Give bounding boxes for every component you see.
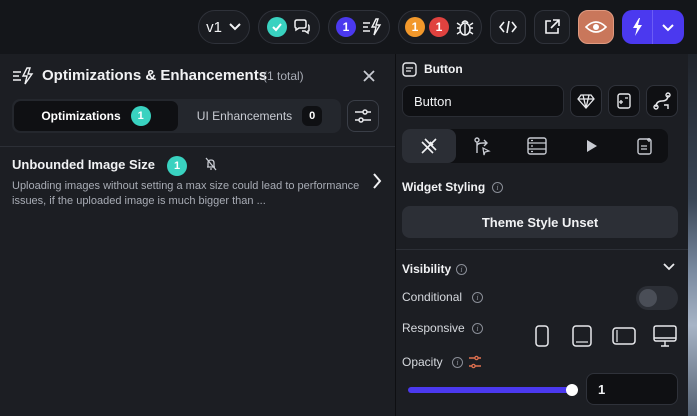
close-icon[interactable]	[362, 69, 376, 83]
tab-properties[interactable]	[402, 129, 456, 163]
responsive-phone-toggle[interactable]	[526, 322, 558, 350]
database-icon	[527, 137, 547, 155]
optimize-icon	[363, 18, 382, 36]
tablet-landscape-icon	[612, 327, 636, 345]
run-button[interactable]	[622, 10, 684, 44]
paint-tools-icon	[421, 138, 437, 154]
divider	[0, 146, 395, 147]
conditional-toggle[interactable]	[636, 286, 678, 310]
opacity-label: Opacity	[402, 355, 443, 369]
background-image-strip	[688, 54, 697, 416]
top-toolbar: v1 1 1 1	[0, 0, 697, 54]
warnings-count-badge: 1	[405, 17, 425, 37]
responsive-desktop-toggle[interactable]	[649, 322, 681, 350]
flow-button[interactable]	[646, 85, 678, 117]
responsive-tablet-toggle[interactable]	[566, 322, 598, 350]
optimize-icon	[13, 67, 34, 85]
opacity-slider-thumb[interactable]	[566, 384, 578, 396]
bell-off-icon[interactable]	[204, 157, 218, 171]
info-icon[interactable]: i	[472, 292, 483, 303]
optimizations-panel: Optimizations & Enhancements (1 total) O…	[0, 54, 395, 416]
phone-icon	[535, 325, 549, 347]
comments-status-button[interactable]	[258, 10, 320, 44]
sliders-icon	[355, 109, 371, 123]
divider	[396, 249, 688, 250]
button-widget-icon	[402, 62, 417, 77]
bug-icon	[456, 20, 474, 36]
tab-optimizations[interactable]: Optimizations 1	[14, 101, 178, 131]
tab-backend-query[interactable]	[510, 129, 564, 163]
widget-type-title: Button	[424, 62, 463, 76]
tab-ui-enhancements[interactable]: UI Enhancements 0	[180, 101, 339, 131]
responsive-tablet-landscape-toggle[interactable]	[608, 322, 640, 350]
optimizations-count-badge: 1	[336, 17, 356, 37]
item-description: Uploading images without setting a max s…	[12, 180, 360, 207]
tab-actions[interactable]	[456, 129, 510, 163]
chevron-right-icon[interactable]	[371, 172, 383, 190]
diamond-icon	[577, 94, 595, 109]
panel-title: Optimizations & Enhancements	[42, 67, 268, 84]
chat-icon	[294, 19, 310, 35]
count-badge: 1	[130, 106, 151, 126]
info-icon[interactable]: i	[472, 323, 483, 334]
version-selector[interactable]: v1	[198, 10, 250, 44]
play-icon	[587, 140, 597, 152]
version-label: v1	[206, 18, 222, 36]
branch-icon	[474, 137, 491, 156]
info-icon[interactable]: i	[492, 182, 503, 193]
info-icon[interactable]: i	[456, 264, 467, 275]
item-count-badge: 1	[167, 156, 187, 176]
sliders-icon[interactable]	[468, 355, 482, 369]
lightning-icon	[633, 18, 642, 36]
filter-settings-button[interactable]	[347, 100, 379, 132]
code-icon	[498, 20, 518, 34]
item-title: Unbounded Image Size	[12, 157, 156, 172]
widget-styling-label: Widget Styling	[402, 180, 486, 194]
conditional-label: Conditional	[402, 290, 463, 304]
external-link-icon	[545, 19, 560, 34]
visibility-label: Visibility	[402, 262, 452, 276]
premium-button[interactable]	[570, 85, 602, 117]
open-external-button[interactable]	[534, 10, 570, 44]
opacity-input[interactable]	[586, 373, 678, 405]
responsive-label: Responsive	[402, 321, 465, 335]
opacity-slider-track[interactable]	[408, 387, 572, 393]
eye-icon	[585, 21, 607, 33]
tablet-icon	[572, 325, 592, 347]
count-badge: 0	[302, 106, 323, 126]
chevron-down-icon	[229, 23, 241, 31]
preview-button[interactable]	[578, 10, 614, 44]
chevron-down-icon[interactable]	[653, 10, 683, 44]
toggle-knob	[639, 289, 657, 307]
theme-style-button[interactable]: Theme Style Unset	[402, 206, 678, 238]
errors-count-badge: 1	[429, 17, 449, 37]
tab-documentation[interactable]	[618, 129, 672, 163]
document-plus-icon	[637, 138, 652, 155]
issues-button[interactable]: 1 1	[398, 10, 482, 44]
tab-label: Optimizations	[41, 109, 121, 123]
panel-total-count: (1 total)	[263, 69, 304, 83]
properties-panel: Button Widget Styling i Theme Style Unse…	[396, 54, 688, 416]
flow-icon	[653, 92, 671, 110]
info-icon[interactable]: i	[452, 357, 463, 368]
optimizations-button[interactable]: 1	[328, 10, 390, 44]
desktop-icon	[653, 325, 677, 347]
generate-code-button[interactable]	[608, 85, 640, 117]
code-button[interactable]	[490, 10, 526, 44]
widget-name-input[interactable]	[402, 85, 564, 117]
property-tabs	[402, 129, 668, 163]
check-icon	[267, 17, 287, 37]
document-plus-icon	[617, 93, 631, 109]
optimizations-tabs: Optimizations 1 UI Enhancements 0	[12, 99, 341, 133]
chevron-down-icon[interactable]	[662, 262, 676, 272]
tab-label: UI Enhancements	[196, 109, 293, 123]
tab-animations[interactable]	[564, 129, 618, 163]
